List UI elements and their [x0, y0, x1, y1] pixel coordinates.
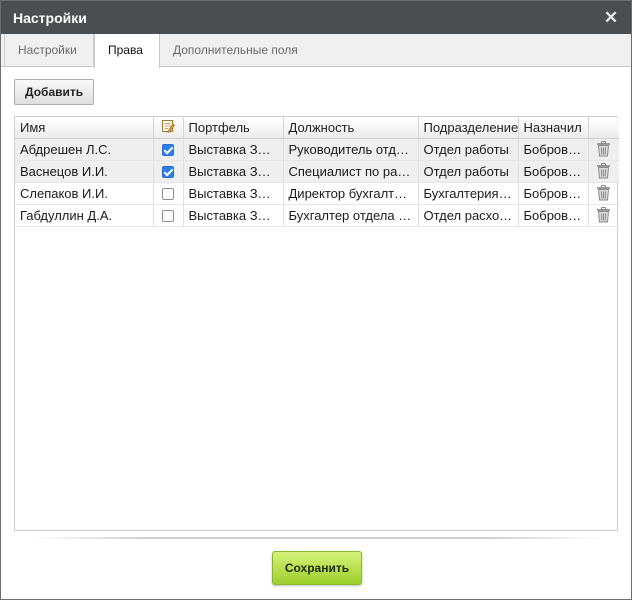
edit-permission-checkbox[interactable] — [162, 188, 174, 201]
dialog-title: Настройки — [13, 9, 87, 26]
trash-icon[interactable] — [596, 141, 611, 157]
cell-delete — [588, 138, 619, 161]
table-row[interactable]: Габдуллин Д.А. Выставка ЗОЖ Бухгалтер от… — [15, 204, 619, 227]
edit-permission-icon — [162, 119, 175, 133]
cell-department: Отдел расходов — [418, 204, 519, 227]
column-header-department[interactable]: Подразделение — [418, 117, 519, 139]
permissions-grid: Имя Портфель Должность Подразделение Наз… — [14, 116, 619, 531]
tab-bar: Настройки Права Дополнительные поля — [1, 34, 631, 68]
cell-department: Бухгалтерия, финансы — [418, 182, 519, 205]
grid-header: Имя Портфель Должность Подразделение Наз… — [15, 117, 619, 139]
table-row[interactable]: Слепаков И.И. Выставка ЗОЖ Директор бухг… — [15, 182, 619, 205]
footer-divider — [31, 537, 603, 539]
add-button[interactable]: Добавить — [14, 79, 95, 105]
cell-position: Специалист по работе — [283, 160, 419, 183]
cell-portfolio: Выставка ЗОЖ — [183, 138, 284, 161]
column-header-delete — [588, 117, 619, 139]
cell-edit-permission — [153, 138, 184, 161]
table-row[interactable]: Васнецов И.И. Выставка ЗОЖ Специалист по… — [15, 160, 619, 183]
close-icon[interactable]: ✕ — [603, 9, 619, 26]
edit-permission-checkbox[interactable] — [162, 210, 174, 223]
column-header-name[interactable]: Имя — [15, 117, 154, 139]
trash-icon[interactable] — [596, 163, 611, 179]
cell-delete — [588, 204, 619, 227]
cell-name: Абдрешен Л.С. — [15, 138, 154, 161]
column-header-position[interactable]: Должность — [283, 117, 419, 139]
tab-additional-fields[interactable]: Дополнительные поля — [160, 34, 311, 67]
column-header-portfolio[interactable]: Портфель — [183, 117, 284, 139]
cell-position: Руководитель отдела — [283, 138, 419, 161]
cell-name: Габдуллин Д.А. — [15, 204, 154, 227]
edit-permission-checkbox[interactable] — [162, 144, 174, 157]
titlebar: Настройки ✕ — [1, 1, 631, 34]
column-header-assigned-by[interactable]: Назначил — [518, 117, 589, 139]
cell-name: Васнецов И.И. — [15, 160, 154, 183]
cell-portfolio: Выставка ЗОЖ — [183, 204, 284, 227]
cell-portfolio: Выставка ЗОЖ — [183, 182, 284, 205]
cell-department: Отдел работы — [418, 138, 519, 161]
cell-edit-permission — [153, 182, 184, 205]
settings-dialog: Настройки ✕ Настройки Права Дополнительн… — [0, 0, 632, 600]
tab-permissions[interactable]: Права — [94, 34, 160, 68]
cell-delete — [588, 160, 619, 183]
trash-icon[interactable] — [596, 207, 611, 223]
cell-edit-permission — [153, 204, 184, 227]
trash-icon[interactable] — [596, 185, 611, 201]
tab-settings[interactable]: Настройки — [4, 34, 94, 67]
cell-position: Бухгалтер отдела расходов — [283, 204, 419, 227]
table-row[interactable]: Абдрешен Л.С. Выставка ЗОЖ Руководитель … — [15, 138, 619, 161]
cell-name: Слепаков И.И. — [15, 182, 154, 205]
cell-assigned-by: Бобров А. — [518, 138, 589, 161]
cell-position: Директор бухгалтерии — [283, 182, 419, 205]
edit-permission-checkbox[interactable] — [162, 166, 174, 179]
cell-portfolio: Выставка ЗОЖ — [183, 160, 284, 183]
cell-edit-permission — [153, 160, 184, 183]
cell-assigned-by: Бобров А. — [518, 204, 589, 227]
cell-department: Отдел работы — [418, 160, 519, 183]
cell-assigned-by: Бобров А. — [518, 160, 589, 183]
save-button[interactable]: Сохранить — [272, 551, 362, 585]
cell-assigned-by: Бобров А. — [518, 182, 589, 205]
column-header-edit[interactable] — [153, 117, 184, 139]
cell-delete — [588, 182, 619, 205]
